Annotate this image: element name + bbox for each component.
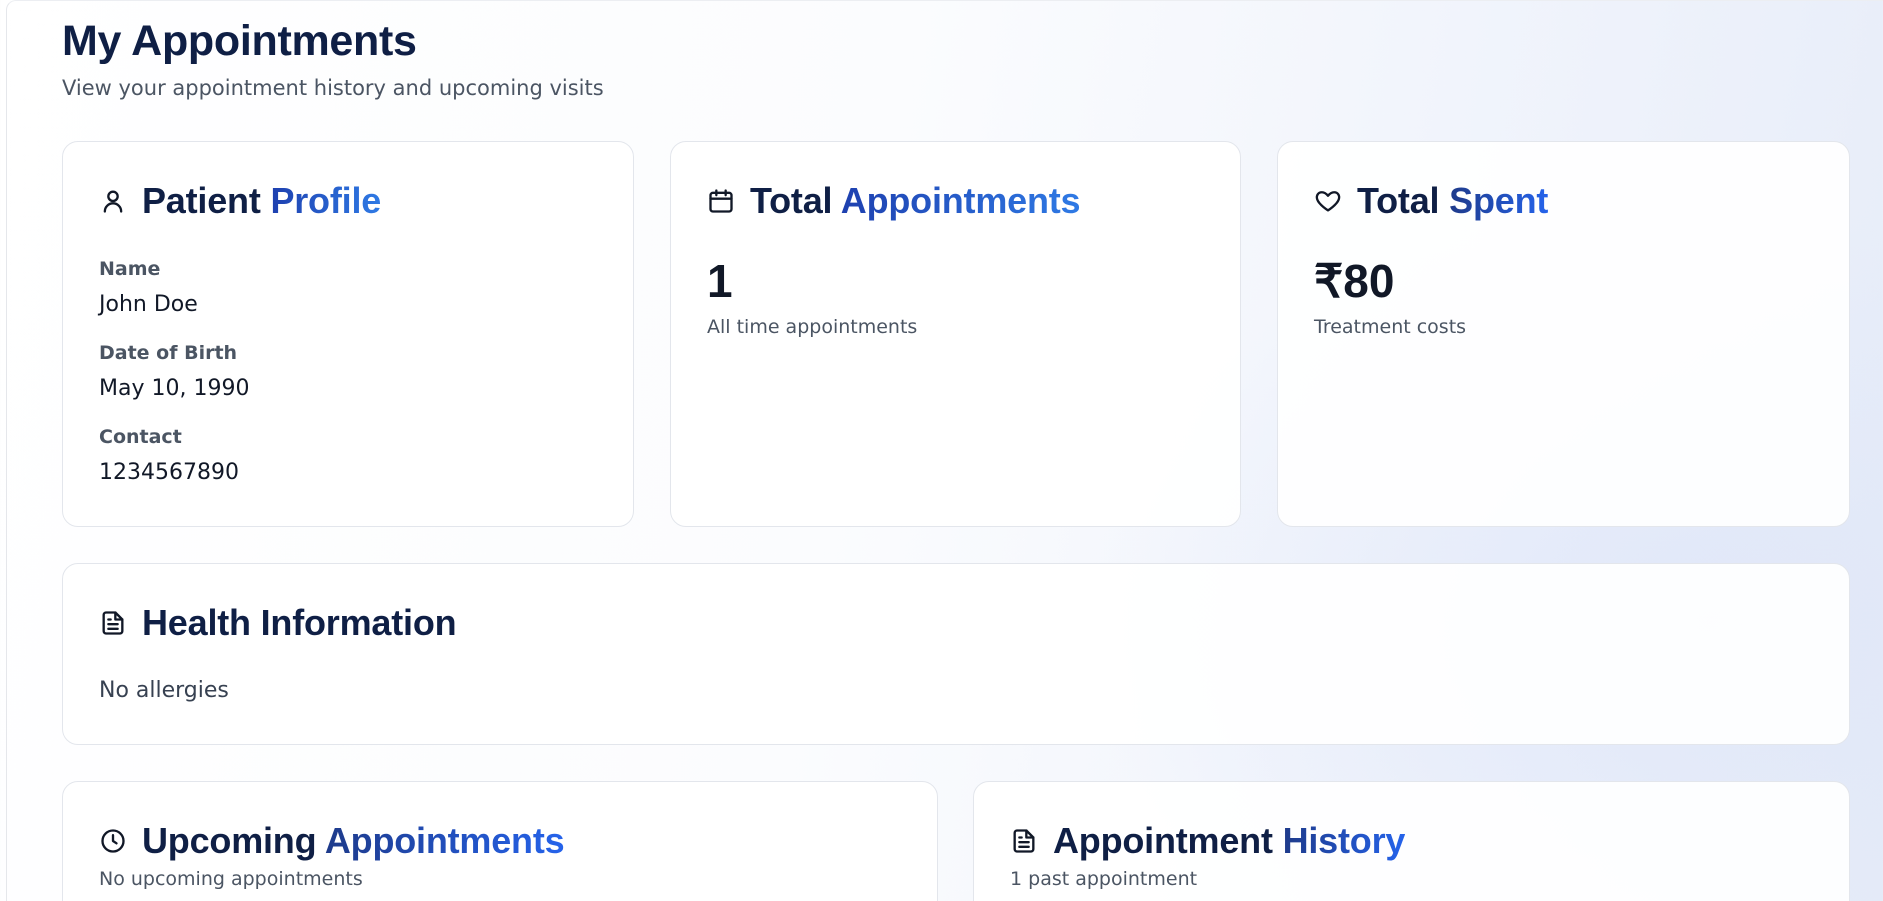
health-information-text: No allergies <box>99 678 229 703</box>
total-spent-value: ₹80 <box>1314 255 1395 307</box>
document-icon <box>1010 827 1038 855</box>
total-spent-title: Total Spent <box>1357 180 1549 221</box>
clock-icon <box>99 827 127 855</box>
total-spent-caption: Treatment costs <box>1314 316 1467 338</box>
appointment-history-subtitle: 1 past appointment <box>1010 868 1198 890</box>
document-icon <box>99 609 127 637</box>
health-information-card: Health Information No allergies <box>62 563 1850 745</box>
total-appointments-header: Total Appointments <box>707 180 1081 222</box>
total-appointments-caption: All time appointments <box>707 316 918 338</box>
health-information-title: Health Information <box>142 602 457 643</box>
patient-profile-title: Patient Profile <box>142 180 382 221</box>
upcoming-appointments-card: Upcoming Appointments No upcoming appoin… <box>62 781 938 901</box>
total-appointments-card: Total Appointments 1 All time appointmen… <box>670 141 1241 527</box>
health-information-header: Health Information <box>99 602 457 644</box>
dob-label: Date of Birth <box>99 342 238 364</box>
upcoming-appointments-title: Upcoming Appointments <box>142 820 565 861</box>
total-spent-header: Total Spent <box>1314 180 1548 222</box>
total-appointments-title: Total Appointments <box>750 180 1081 221</box>
app-frame: My Appointments View your appointment hi… <box>6 0 1883 901</box>
heart-icon <box>1314 187 1342 215</box>
appointment-history-card: Appointment History 1 past appointment <box>973 781 1850 901</box>
total-spent-card: Total Spent ₹80 Treatment costs <box>1277 141 1850 527</box>
user-icon <box>99 187 127 215</box>
patient-profile-card: Patient Profile Name John Doe Date of Bi… <box>62 141 634 527</box>
total-appointments-value: 1 <box>707 255 733 307</box>
appointment-history-title: Appointment History <box>1053 820 1406 861</box>
name-value: John Doe <box>99 292 198 317</box>
name-label: Name <box>99 258 161 280</box>
page-subtitle: View your appointment history and upcomi… <box>62 76 604 100</box>
contact-label: Contact <box>99 426 182 448</box>
calendar-icon <box>707 187 735 215</box>
appointment-history-header: Appointment History <box>1010 820 1405 862</box>
upcoming-appointments-subtitle: No upcoming appointments <box>99 868 363 890</box>
upcoming-appointments-header: Upcoming Appointments <box>99 820 565 862</box>
page-title: My Appointments <box>62 17 417 65</box>
patient-profile-header: Patient Profile <box>99 180 381 222</box>
dob-value: May 10, 1990 <box>99 376 250 401</box>
contact-value: 1234567890 <box>99 460 239 485</box>
